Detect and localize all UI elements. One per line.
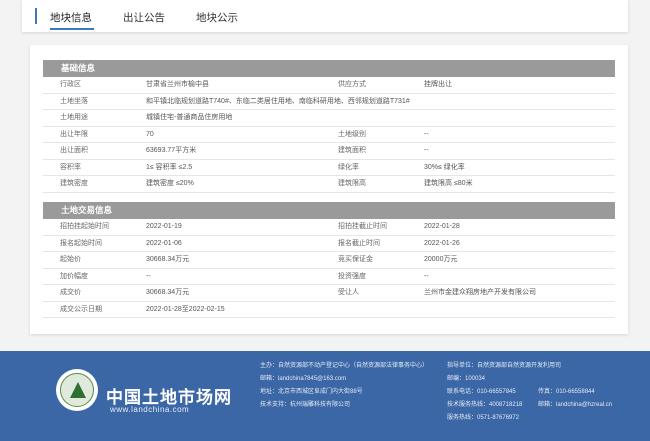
footer-sponsor: 主办：自然资源部不动产登记中心（自然资源部法律事务中心） [260, 363, 429, 369]
row-label: 投资强度 [338, 272, 366, 280]
footer-phone: 联系电话：010-66557845 [447, 389, 516, 395]
row-value: 2022-01-06 [146, 239, 182, 247]
row-value: 1≤ 容积率 ≤2.5 [146, 163, 193, 171]
row-label: 报名起始时间 [60, 239, 102, 247]
table-row: 成交价 30668.34万元 受让人 兰州市金建众翔房地产开发有限公司 [43, 285, 615, 302]
footer-service-hotline: 技术服务热线：4008718218 [447, 402, 523, 408]
basic-info-section: 基础信息 行政区 甘肃省兰州市榆中县 供应方式 挂牌出让 土地坐落 和平镇北临规… [43, 60, 615, 193]
row-value: 63693.77平方米 [146, 147, 197, 154]
footer-tech-support: 技术支持：杭州瑞雕科技有限公司 [260, 402, 351, 408]
table-row: 成交公示日期 2022-01-28至2022-02-15 [43, 302, 615, 318]
table-row: 行政区 甘肃省兰州市榆中县 供应方式 挂牌出让 [43, 77, 615, 94]
row-value: 30668.34万元 [146, 289, 190, 296]
row-label: 行政区 [60, 81, 81, 88]
row-label: 绿化率 [338, 163, 359, 171]
row-value: -- [424, 272, 429, 280]
row-label: 供应方式 [338, 81, 366, 88]
row-label: 成交公示日期 [60, 305, 102, 313]
row-value: 兰州市金建众翔房地产开发有限公司 [424, 289, 536, 296]
row-value: 建筑限高 ≤80米 [424, 180, 473, 187]
active-tab-underline [50, 28, 94, 30]
table-row: 出让年限 70 土地级别 -- [43, 127, 615, 143]
row-label: 建筑限高 [338, 180, 366, 187]
site-footer: 主办：自然资源部不动产登记中心（自然资源部法律事务中心） 邮箱：landchin… [0, 351, 650, 441]
footer-service-email[interactable]: 邮箱：landchina@hzreal.cn [538, 399, 612, 408]
row-value: -- [424, 147, 429, 154]
row-label: 加价幅度 [60, 272, 88, 280]
row-label: 土地用途 [60, 114, 88, 121]
table-row: 起始价 30668.34万元 竞买保证金 20000万元 [43, 252, 615, 269]
tab-bar-accent [35, 8, 37, 24]
row-value: 挂牌出让 [424, 81, 452, 88]
footer-email[interactable]: 邮箱：landchina7845@163.com [260, 373, 346, 382]
tab-land-info[interactable]: 地块信息 [50, 10, 92, 25]
row-value: 70 [146, 130, 154, 138]
row-value: 2022-01-19 [146, 223, 182, 230]
seal-icon [60, 373, 94, 407]
table-row: 加价幅度 -- 投资强度 -- [43, 269, 615, 285]
row-value: 建筑密度 ≤20% [146, 180, 194, 187]
row-label: 受让人 [338, 289, 359, 296]
row-label: 建筑密度 [60, 180, 88, 187]
row-value: -- [146, 272, 151, 280]
tab-bar: 地块信息 出让公告 地块公示 [22, 0, 628, 32]
row-label: 报名截止时间 [338, 239, 380, 247]
table-row: 容积率 1≤ 容积率 ≤2.5 绿化率 30%≤ 绿化率 [43, 160, 615, 176]
table-row: 土地坐落 和平镇北临规划道路T740#、东临二类居住用地、南临科研用地、西邻规划… [43, 94, 615, 110]
table-row: 土地用途 城镇住宅-普通商品住房用地 [43, 110, 615, 127]
table-row: 建筑密度 建筑密度 ≤20% 建筑限高 建筑限高 ≤80米 [43, 176, 615, 193]
footer-guide-unit: 指导单位：自然资源部自然资源开发利用司 [447, 363, 562, 369]
row-label: 土地级别 [338, 130, 366, 138]
trade-info-header: 土地交易信息 [43, 202, 615, 219]
footer-address: 地址：北京市西城区阜成门内大街88号 [260, 389, 363, 395]
row-value: 甘肃省兰州市榆中县 [146, 81, 209, 88]
site-url[interactable]: www.landchina.com [110, 405, 189, 414]
mountain-icon [70, 382, 86, 398]
row-value: 30668.34万元 [146, 256, 190, 263]
row-value: 城镇住宅-普通商品住房用地 [146, 114, 233, 121]
row-value: 和平镇北临规划道路T740#、东临二类居住用地、南临科研用地、西邻规划道路T73… [146, 97, 410, 105]
table-row: 招拍挂起始时间 2022-01-19 招拍挂截止时间 2022-01-28 [43, 219, 615, 236]
basic-info-header: 基础信息 [43, 60, 615, 77]
row-value: 2022-01-28至2022-02-15 [146, 305, 225, 313]
row-label: 竞买保证金 [338, 256, 373, 263]
footer-fax: 传真：010-66558844 [538, 389, 595, 395]
row-value: 20000万元 [424, 256, 458, 263]
tab-transfer-notice[interactable]: 出让公告 [123, 10, 165, 25]
trade-info-section: 土地交易信息 招拍挂起始时间 2022-01-19 招拍挂截止时间 2022-0… [43, 202, 615, 318]
table-row: 出让面积 63693.77平方米 建筑面积 -- [43, 143, 615, 160]
row-label: 容积率 [60, 163, 81, 171]
row-label: 招拍挂截止时间 [338, 223, 387, 230]
row-value: -- [424, 130, 429, 138]
tab-land-publicity[interactable]: 地块公示 [196, 10, 238, 25]
detail-panel: 基础信息 行政区 甘肃省兰州市榆中县 供应方式 挂牌出让 土地坐落 和平镇北临规… [30, 45, 628, 334]
row-label: 建筑面积 [338, 147, 366, 154]
site-logo [56, 369, 98, 411]
row-label: 土地坐落 [60, 97, 88, 105]
row-value: 2022-01-28 [424, 223, 460, 230]
footer-postcode: 邮编：100034 [447, 376, 486, 382]
row-value: 30%≤ 绿化率 [424, 163, 465, 171]
row-label: 成交价 [60, 289, 81, 296]
row-label: 招拍挂起始时间 [60, 223, 109, 230]
row-label: 出让面积 [60, 147, 88, 154]
row-label: 出让年限 [60, 130, 88, 138]
footer-service-phone: 服务热线：0571-87676972 [447, 415, 520, 421]
row-value: 2022-01-26 [424, 239, 460, 247]
row-label: 起始价 [60, 256, 81, 263]
table-row: 报名起始时间 2022-01-06 报名截止时间 2022-01-26 [43, 236, 615, 252]
